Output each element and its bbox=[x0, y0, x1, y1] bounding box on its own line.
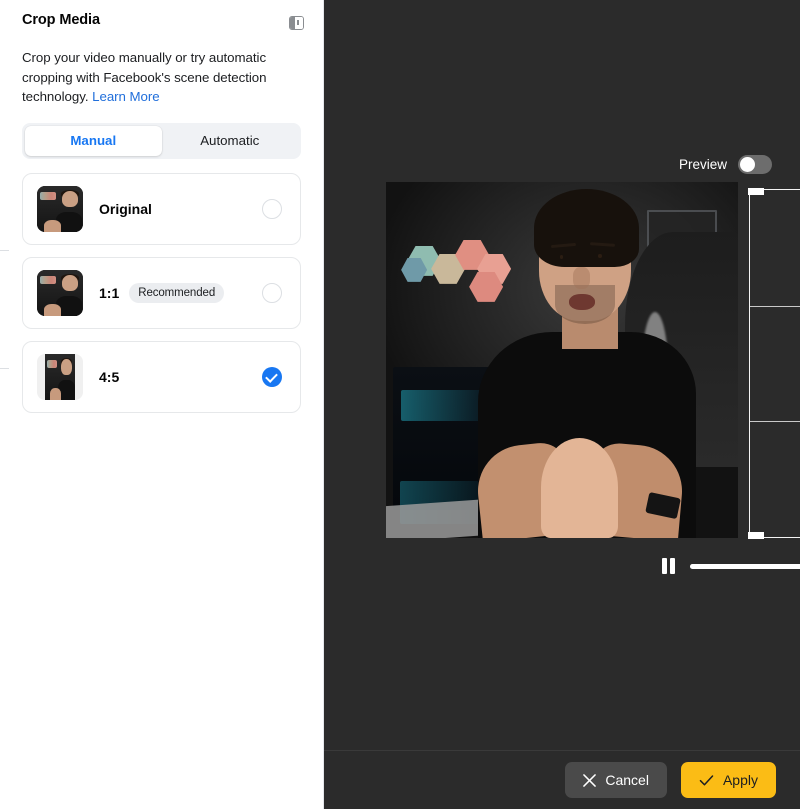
radio-1-1[interactable] bbox=[262, 282, 282, 303]
person-hair bbox=[533, 189, 640, 268]
preview-label: Preview bbox=[678, 157, 727, 172]
video-thumbnail-portrait bbox=[37, 353, 83, 400]
cancel-button[interactable]: Cancel bbox=[565, 762, 667, 798]
ratio-option-4-5[interactable]: 4:5 bbox=[22, 340, 301, 413]
preview-toggle[interactable] bbox=[738, 155, 772, 174]
ratio-option-1-1[interactable]: 1:1 Recommended bbox=[22, 256, 301, 329]
video-player-controls: 1:04/1:49 bbox=[662, 553, 800, 579]
wall-art-decor bbox=[401, 232, 513, 302]
toggle-knob bbox=[740, 157, 755, 172]
crop-selection-frame[interactable] bbox=[748, 188, 800, 539]
crop-media-dialog: Crop Media Crop your video manually or t… bbox=[0, 0, 800, 809]
crop-settings-panel: Crop Media Crop your video manually or t… bbox=[0, 0, 324, 809]
video-stage[interactable] bbox=[386, 182, 738, 538]
cancel-button-label: Cancel bbox=[605, 772, 649, 788]
crop-gridline-horizontal bbox=[750, 305, 800, 307]
tab-manual[interactable]: Manual bbox=[25, 125, 162, 156]
ratio-label-1-1: 1:1 bbox=[99, 284, 120, 301]
video-preview-panel: Preview Cancel Apply bbox=[324, 0, 800, 809]
person-hands bbox=[540, 438, 619, 538]
person-eye-left bbox=[559, 255, 563, 259]
ratio-option-original[interactable]: Original bbox=[22, 172, 301, 245]
crop-mode-tabs: Manual Automatic bbox=[22, 122, 301, 159]
footer-divider bbox=[324, 750, 800, 751]
tab-automatic[interactable]: Automatic bbox=[162, 126, 299, 156]
radio-original[interactable] bbox=[262, 198, 282, 219]
panel-header: Crop Media bbox=[0, 0, 323, 34]
crop-handle-top-left[interactable] bbox=[748, 188, 764, 195]
radio-4-5-selected[interactable] bbox=[262, 366, 282, 387]
crop-handle-bottom-left[interactable] bbox=[748, 532, 764, 539]
recommended-badge: Recommended bbox=[129, 282, 225, 303]
page-title: Crop Media bbox=[22, 12, 100, 28]
apply-button[interactable]: Apply bbox=[680, 762, 776, 798]
learn-more-link[interactable]: Learn More bbox=[92, 89, 160, 104]
video-thumbnail-square bbox=[37, 269, 83, 316]
panel-edge-tick bbox=[0, 368, 9, 369]
person-eye-right bbox=[598, 254, 602, 258]
crop-gridline-horizontal bbox=[750, 421, 800, 423]
check-icon bbox=[699, 774, 714, 786]
close-x-icon bbox=[583, 773, 597, 787]
person-nose bbox=[572, 267, 591, 289]
ratio-label-original: Original bbox=[99, 200, 152, 217]
person-mouth bbox=[569, 294, 596, 311]
sidebar-panel-icon bbox=[288, 16, 304, 30]
aspect-ratio-option-list: Original 1:1 Recommended 4:5 bbox=[22, 172, 301, 413]
ratio-label-4-5: 4:5 bbox=[99, 368, 120, 385]
pause-icon[interactable] bbox=[662, 558, 678, 574]
panel-edge-tick bbox=[0, 250, 9, 251]
dialog-footer: Cancel Apply bbox=[565, 762, 776, 798]
sidebar-panel-toggle-button[interactable] bbox=[285, 12, 307, 34]
preview-toggle-row: Preview bbox=[679, 155, 772, 174]
panel-description: Crop your video manually or try automati… bbox=[0, 34, 323, 107]
video-frame bbox=[386, 182, 738, 538]
scrubber-progress-fill bbox=[690, 563, 800, 569]
apply-button-label: Apply bbox=[722, 772, 758, 788]
video-thumbnail-original bbox=[37, 185, 83, 232]
video-scrubber[interactable] bbox=[690, 563, 800, 569]
